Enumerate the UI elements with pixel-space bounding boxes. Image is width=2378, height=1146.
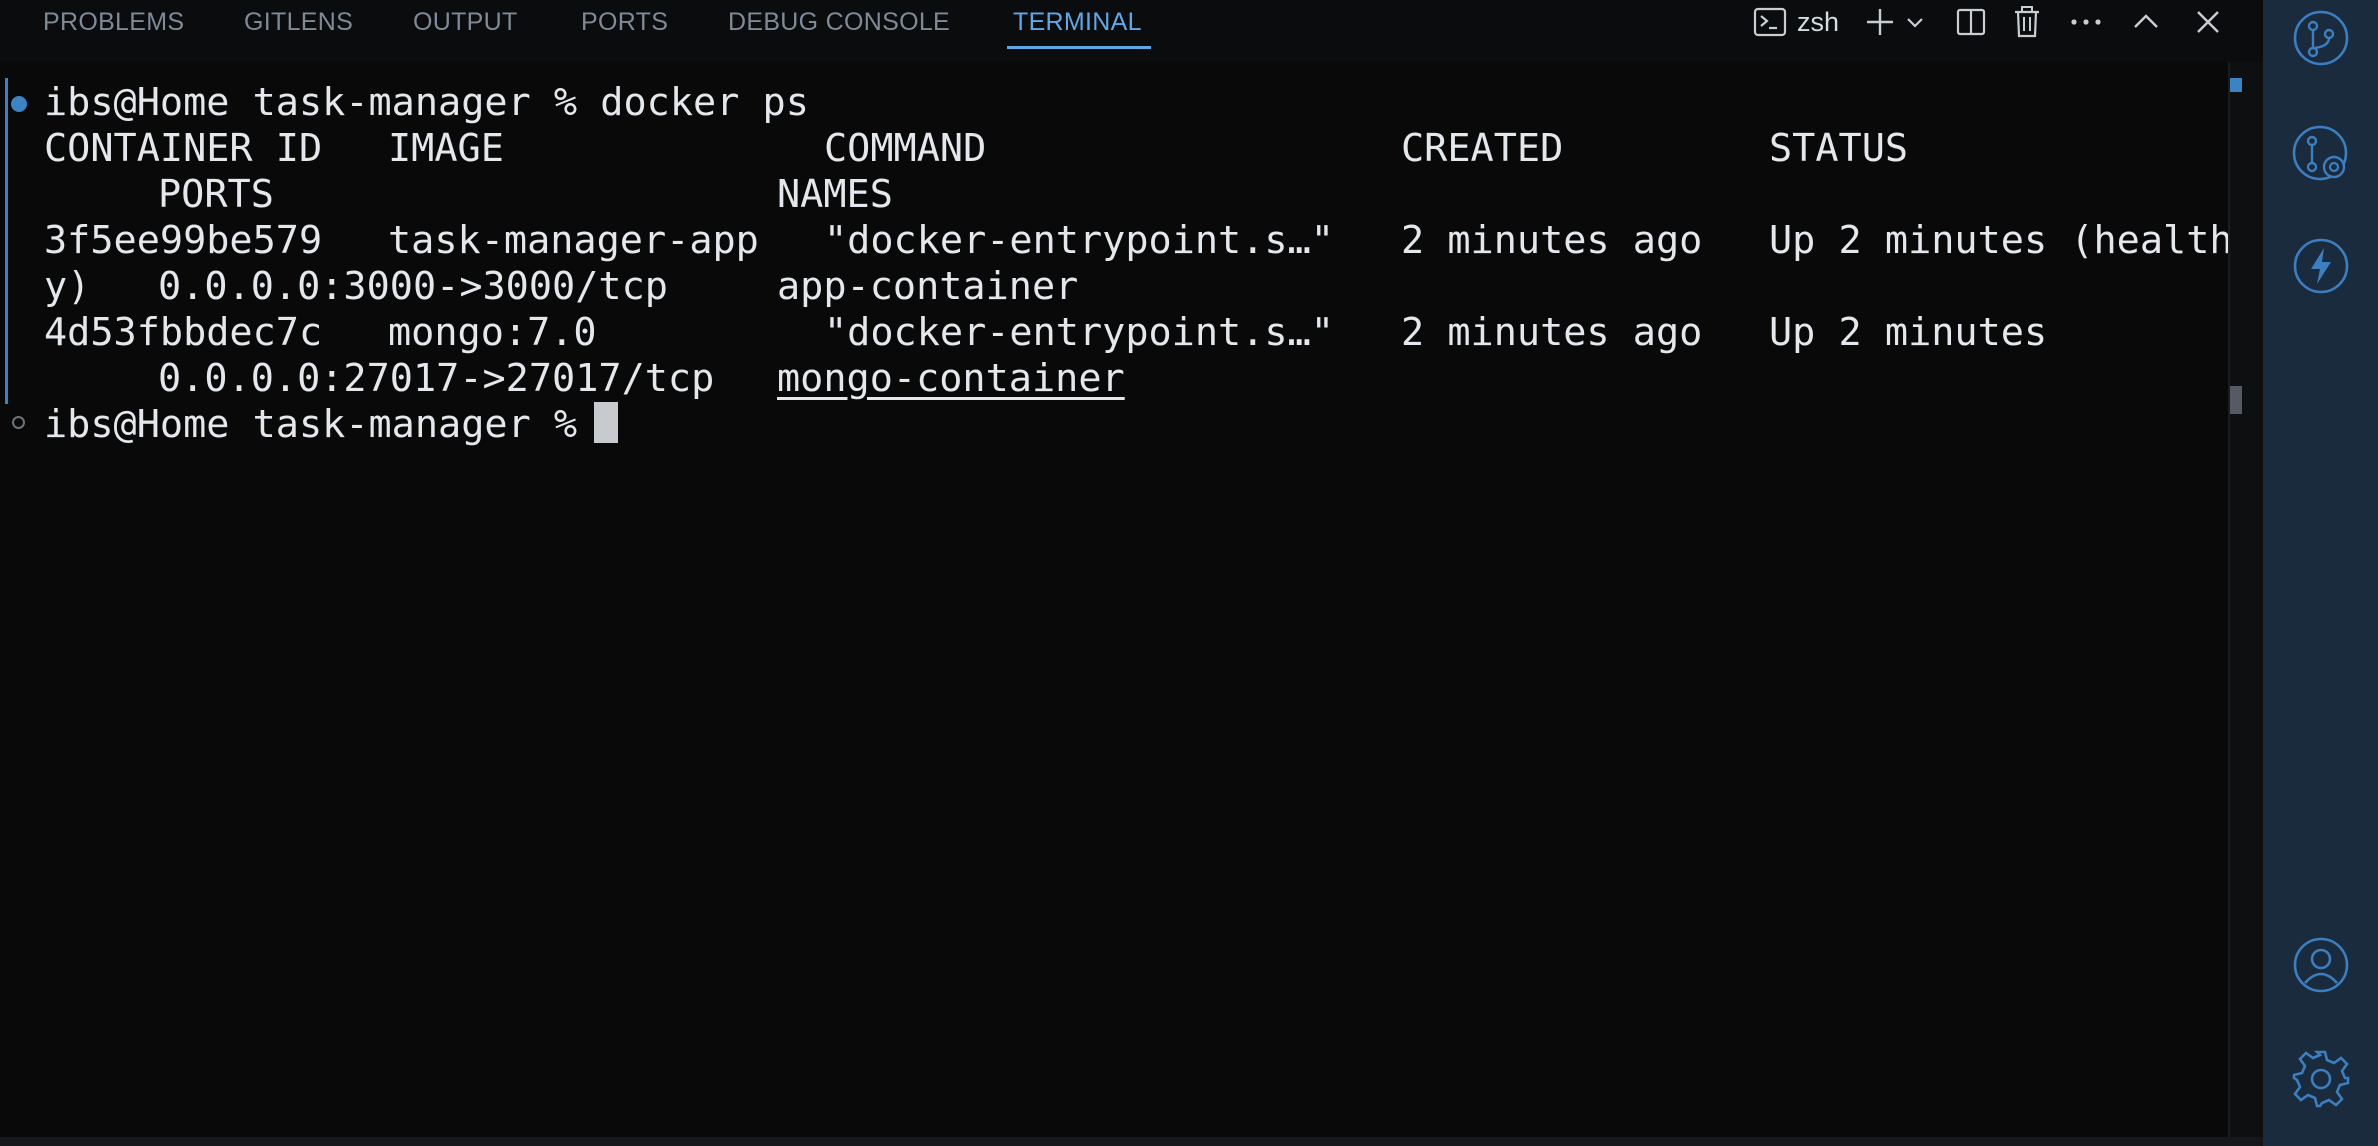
row-status-wrap: y) (44, 264, 91, 309)
row-command: "docker-entrypoint.s…" (824, 218, 1334, 263)
more-icon[interactable] (2068, 2, 2104, 42)
table-row: 4d53fbbdec7c mongo:7.0 "docker-entrypoin… (44, 310, 2047, 356)
row-ports[interactable]: 0.0.0.0:3000->3000/tcp (158, 264, 668, 310)
row-status: Up 2 minutes (health (1769, 218, 2233, 263)
command-decoration-bar (5, 78, 8, 404)
header-image: IMAGE (388, 126, 504, 171)
table-row-wrap: 0.0.0.0:27017->27017/tcp mongo-container (44, 356, 1125, 402)
row-name[interactable]: app-container (777, 264, 1078, 310)
scrollbar-marker (2230, 78, 2242, 92)
header-line: CONTAINER ID IMAGE COMMAND CREATED STATU… (44, 126, 1908, 172)
table-row: 3f5ee99be579 task-manager-app "docker-en… (44, 218, 2233, 264)
row-command: "docker-entrypoint.s…" (824, 310, 1334, 355)
activity-bar (2263, 0, 2378, 1146)
account-icon[interactable] (2263, 934, 2378, 996)
row-container-id[interactable]: 4d53fbbdec7c (44, 310, 322, 356)
chevron-down-icon[interactable] (1903, 2, 1927, 42)
row-created: 2 minutes ago (1401, 310, 1703, 355)
command-success-dot[interactable] (11, 96, 27, 112)
header-created: CREATED (1401, 126, 1564, 171)
source-control-icon[interactable] (2263, 8, 2378, 68)
terminal-scrollbar[interactable] (2228, 62, 2265, 1137)
terminal-view[interactable]: ibs@Home task-manager % docker ps CONTAI… (0, 62, 2233, 1137)
split-icon[interactable] (1953, 2, 1989, 42)
active-tab-indicator (1007, 46, 1151, 49)
command-pending-dot[interactable] (12, 416, 25, 429)
row-ports[interactable]: 0.0.0.0:27017->27017/tcp (158, 356, 714, 402)
header-container-id: CONTAINER ID (44, 126, 323, 171)
plus-icon[interactable] (1862, 2, 1898, 42)
prompt-command: ibs@Home task-manager % docker ps (44, 80, 809, 125)
settings-gear-icon[interactable] (2263, 1048, 2378, 1110)
tab-debug-console[interactable]: DEBUG CONSOLE (728, 0, 950, 46)
row-status: Up 2 minutes (1769, 310, 2048, 355)
prompt-line: ibs@Home task-manager % docker ps (44, 80, 809, 126)
header-names: NAMES (777, 172, 893, 217)
tab-gitlens[interactable]: GITLENS (244, 0, 353, 46)
row-created: 2 minutes ago (1401, 218, 1703, 263)
row-container-id[interactable]: 3f5ee99be579 (44, 218, 322, 264)
trash-icon[interactable] (2009, 2, 2045, 42)
row-image: mongo:7.0 (388, 310, 597, 355)
prompt-current: ibs@Home task-manager % (44, 402, 601, 447)
terminal-cursor (594, 402, 618, 443)
scrollbar-thumb[interactable] (2230, 386, 2242, 414)
shell-name[interactable]: zsh (1797, 0, 1839, 44)
header-ports: PORTS (158, 172, 274, 217)
header-line-wrap: PORTS NAMES (44, 172, 893, 218)
panel-tab-bar: PROBLEMS GITLENS OUTPUT PORTS DEBUG CONS… (0, 0, 2263, 62)
table-row-wrap: y) 0.0.0.0:3000->3000/tcp app-container (44, 264, 1078, 310)
tab-ports[interactable]: PORTS (581, 0, 668, 46)
git-graph-icon[interactable] (2263, 122, 2378, 186)
bottom-edge (0, 1137, 2263, 1146)
row-image: task-manager-app (388, 218, 759, 263)
chevron-up-icon[interactable] (2128, 2, 2164, 42)
header-status: STATUS (1769, 126, 1909, 171)
terminal-icon[interactable] (1752, 2, 1788, 42)
tab-terminal[interactable]: TERMINAL (1013, 0, 1142, 46)
header-command: COMMAND (824, 126, 987, 171)
prompt-line: ibs@Home task-manager % (44, 402, 577, 448)
tab-output[interactable]: OUTPUT (413, 0, 518, 46)
close-icon[interactable] (2190, 2, 2226, 42)
lightning-icon[interactable] (2263, 236, 2378, 296)
tab-problems[interactable]: PROBLEMS (43, 0, 184, 46)
row-name-link[interactable]: mongo-container (777, 356, 1125, 402)
